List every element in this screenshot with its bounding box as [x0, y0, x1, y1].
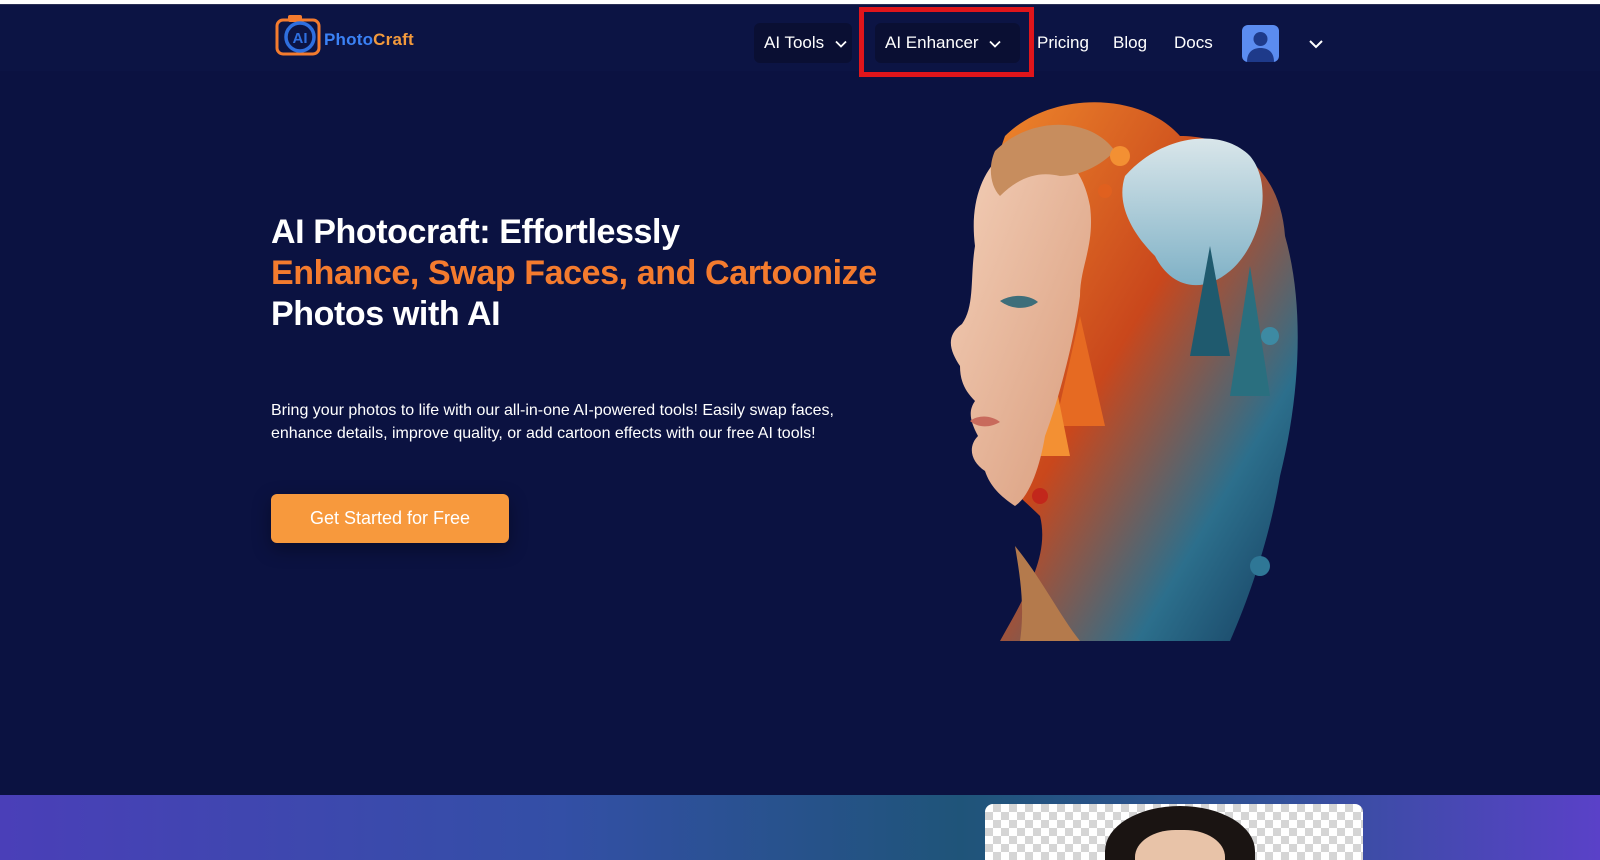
hero-illustration	[950, 102, 1298, 641]
brand-logo[interactable]: AI PhotoCraft	[275, 12, 425, 60]
nav-pricing[interactable]: Pricing	[1037, 23, 1089, 63]
hero-description: Bring your photos to life with our all-i…	[271, 402, 834, 442]
user-silhouette-icon	[1247, 32, 1274, 62]
brand-name-photo: Photo	[324, 30, 374, 49]
account-menu-chevron-icon[interactable]	[1306, 34, 1326, 54]
page: AI PhotoCraft AI Tools AI Enhancer Prici…	[0, 0, 1600, 860]
hero-title-line-2: Enhance, Swap Faces, and Cartoonize	[271, 254, 877, 292]
hero-title: AI Photocraft: Effortlessly Enhance, Swa…	[271, 212, 911, 335]
site-header: AI PhotoCraft AI Tools AI Enhancer Prici…	[0, 5, 1600, 77]
user-avatar-icon[interactable]	[1242, 25, 1279, 62]
hero-title-line-1: AI Photocraft: Effortlessly	[271, 213, 680, 251]
background-removal-preview-image	[985, 804, 1363, 860]
highlight-annotation-box	[859, 7, 1034, 77]
logo-camera-icon: AI	[275, 15, 321, 56]
brand-name: PhotoCraft	[324, 30, 414, 50]
nav-docs[interactable]: Docs	[1174, 23, 1213, 63]
get-started-button[interactable]: Get Started for Free	[271, 494, 509, 543]
chevron-down-icon	[835, 40, 847, 48]
nav-ai-tools-label: AI Tools	[764, 33, 825, 52]
nav-ai-tools[interactable]: AI Tools	[754, 23, 852, 63]
nav-blog[interactable]: Blog	[1113, 23, 1147, 63]
hero-title-line-3: Photos with AI	[271, 295, 501, 333]
brand-name-craft: Craft	[373, 30, 414, 49]
logo-badge-text: AI	[293, 30, 308, 47]
